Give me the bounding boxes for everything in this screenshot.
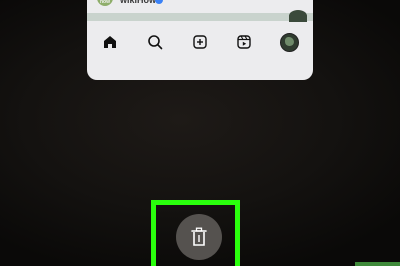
create-post-icon (193, 35, 207, 49)
tab-create[interactable] (190, 30, 210, 54)
avatar[interactable]: now (97, 0, 113, 6)
more-options-icon[interactable]: ⋮ (293, 0, 303, 2)
search-icon (148, 35, 163, 50)
tab-search[interactable] (145, 30, 165, 54)
home-icon (104, 36, 116, 48)
corner-green-strip (355, 262, 400, 266)
tab-home[interactable] (100, 30, 120, 54)
post-media-strip (87, 10, 313, 22)
reels-icon (237, 35, 251, 49)
post-header: now wikiHow ⋮ (87, 0, 313, 10)
trash-icon (191, 227, 207, 246)
delete-button[interactable] (176, 214, 222, 260)
bottom-tab-bar (87, 30, 313, 54)
media-thumbnail (289, 10, 307, 22)
verified-badge-icon (155, 0, 163, 4)
tab-profile[interactable] (279, 30, 299, 54)
app-preview-card[interactable]: now wikiHow ⋮ (87, 0, 313, 80)
username[interactable]: wikiHow (120, 0, 156, 5)
tab-reels[interactable] (234, 30, 254, 54)
profile-icon (279, 32, 299, 52)
